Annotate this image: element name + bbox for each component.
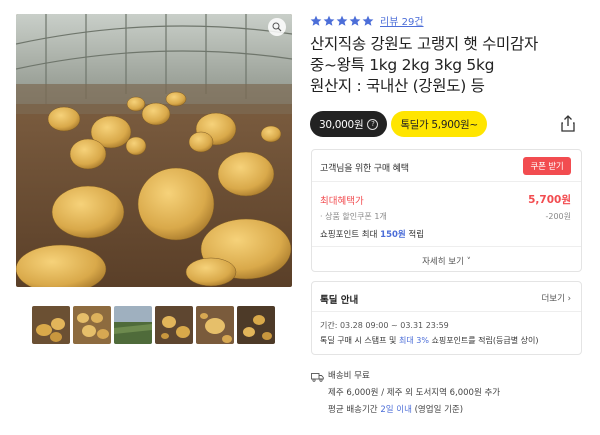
eta-suffix: (영업일 기준) <box>411 405 464 415</box>
shipping-info: 배송비 무료 제주 6,000원 / 제주 외 도서지역 6,000원 추가 평… <box>311 368 500 419</box>
deal-desc-suffix: 쇼핑포인트를 적립(등급별 상이) <box>428 336 539 345</box>
shipping-eta: 평균 배송기간 2일 이내 (영업일 기준) <box>311 402 500 419</box>
shipping-extra-fee: 제주 6,000원 / 제주 외 도서지역 6,000원 추가 <box>328 388 501 398</box>
benefit-heading: 고객님을 위한 구매 혜택 <box>320 164 409 174</box>
get-coupon-button[interactable]: 쿠폰 받기 <box>523 157 571 175</box>
rating-row: 리뷰 29건 <box>310 13 424 28</box>
points-info: 쇼핑포인트 최대 150원 적립 <box>320 228 424 240</box>
thumbnail-5[interactable] <box>196 306 234 344</box>
thumbnail-6[interactable] <box>237 306 275 344</box>
thumbnail-strip <box>32 306 275 344</box>
star-icon <box>336 15 348 26</box>
points-prefix: 쇼핑포인트 최대 <box>320 230 381 240</box>
star-icon <box>362 15 374 26</box>
regular-price-button[interactable]: 30,000원 ? <box>310 111 388 137</box>
deal-info-panel: 톡딜 안내 더보기 › 기간: 03.28 09:00 ~ 03.31 23:5… <box>311 281 582 355</box>
review-count-link[interactable]: 리뷰 29건 <box>380 13 424 28</box>
product-title: 산지직송 강원도 고랭지 햇 수미감자 중~왕특 1kg 2kg 3kg 5kg… <box>310 34 590 97</box>
shipping-fee: 배송비 무료 <box>328 371 370 381</box>
regular-price: 30,000원 <box>319 118 364 131</box>
divider <box>312 311 581 312</box>
deal-desc-prefix: 톡딜 구매 시 스탬프 및 <box>320 336 399 345</box>
view-details-button[interactable]: 자세히 보기 ˅ <box>312 255 581 267</box>
deal-period: 기간: 03.28 09:00 ~ 03.31 23:59 <box>320 321 449 330</box>
zoom-button[interactable] <box>268 18 286 36</box>
deal-price-button[interactable]: 톡딜가 5,900원~ <box>391 111 487 137</box>
coupon-discount-label: · 상품 할인쿠폰 1개 <box>320 212 387 221</box>
best-price-label: 최대혜택가 <box>320 196 364 207</box>
help-icon[interactable]: ? <box>367 118 379 130</box>
divider <box>312 181 581 182</box>
magnify-icon <box>272 22 282 32</box>
share-button[interactable] <box>558 114 578 134</box>
points-suffix: 적립 <box>405 230 425 240</box>
thumbnail-1[interactable] <box>32 306 70 344</box>
origin-line: 원산지 : 국내산 (강원도) 등 <box>310 77 485 95</box>
deal-price: 톡딜가 5,900원~ <box>400 118 478 131</box>
thumbnail-3[interactable] <box>114 306 152 344</box>
main-product-image[interactable] <box>16 14 292 287</box>
share-icon <box>561 115 575 132</box>
price-buttons: 30,000원 ? 톡딜가 5,900원~ <box>310 111 487 137</box>
title-line-2: 중~왕특 1kg 2kg 3kg 5kg <box>310 56 495 74</box>
thumbnail-2[interactable] <box>73 306 111 344</box>
deal-more-link[interactable]: 더보기 › <box>541 292 571 304</box>
thumbnail-4[interactable] <box>155 306 193 344</box>
eta-value: 2일 이내 <box>380 405 412 415</box>
title-line-1: 산지직송 강원도 고랭지 햇 수미감자 <box>310 35 538 53</box>
deal-desc-highlight: 최대 3% <box>398 336 429 345</box>
star-icon <box>310 15 322 26</box>
eta-prefix: 평균 배송기간 <box>328 405 381 415</box>
truck-icon <box>311 372 324 382</box>
divider <box>312 246 581 247</box>
deal-info-heading: 톡딜 안내 <box>320 295 359 306</box>
star-rating <box>310 15 374 27</box>
deal-description: 톡딜 구매 시 스탬프 및 최대 3% 쇼핑포인트를 적립(등급별 상이) <box>320 335 539 346</box>
star-icon <box>349 15 361 26</box>
coupon-discount-amount: -200원 <box>545 212 571 221</box>
points-value: 150원 <box>380 230 406 240</box>
star-icon <box>323 15 335 26</box>
purchase-benefit-panel: 고객님을 위한 구매 혜택 쿠폰 받기 최대혜택가 5,700원 · 상품 할인… <box>311 149 582 272</box>
best-price-value: 5,700원 <box>528 194 571 206</box>
